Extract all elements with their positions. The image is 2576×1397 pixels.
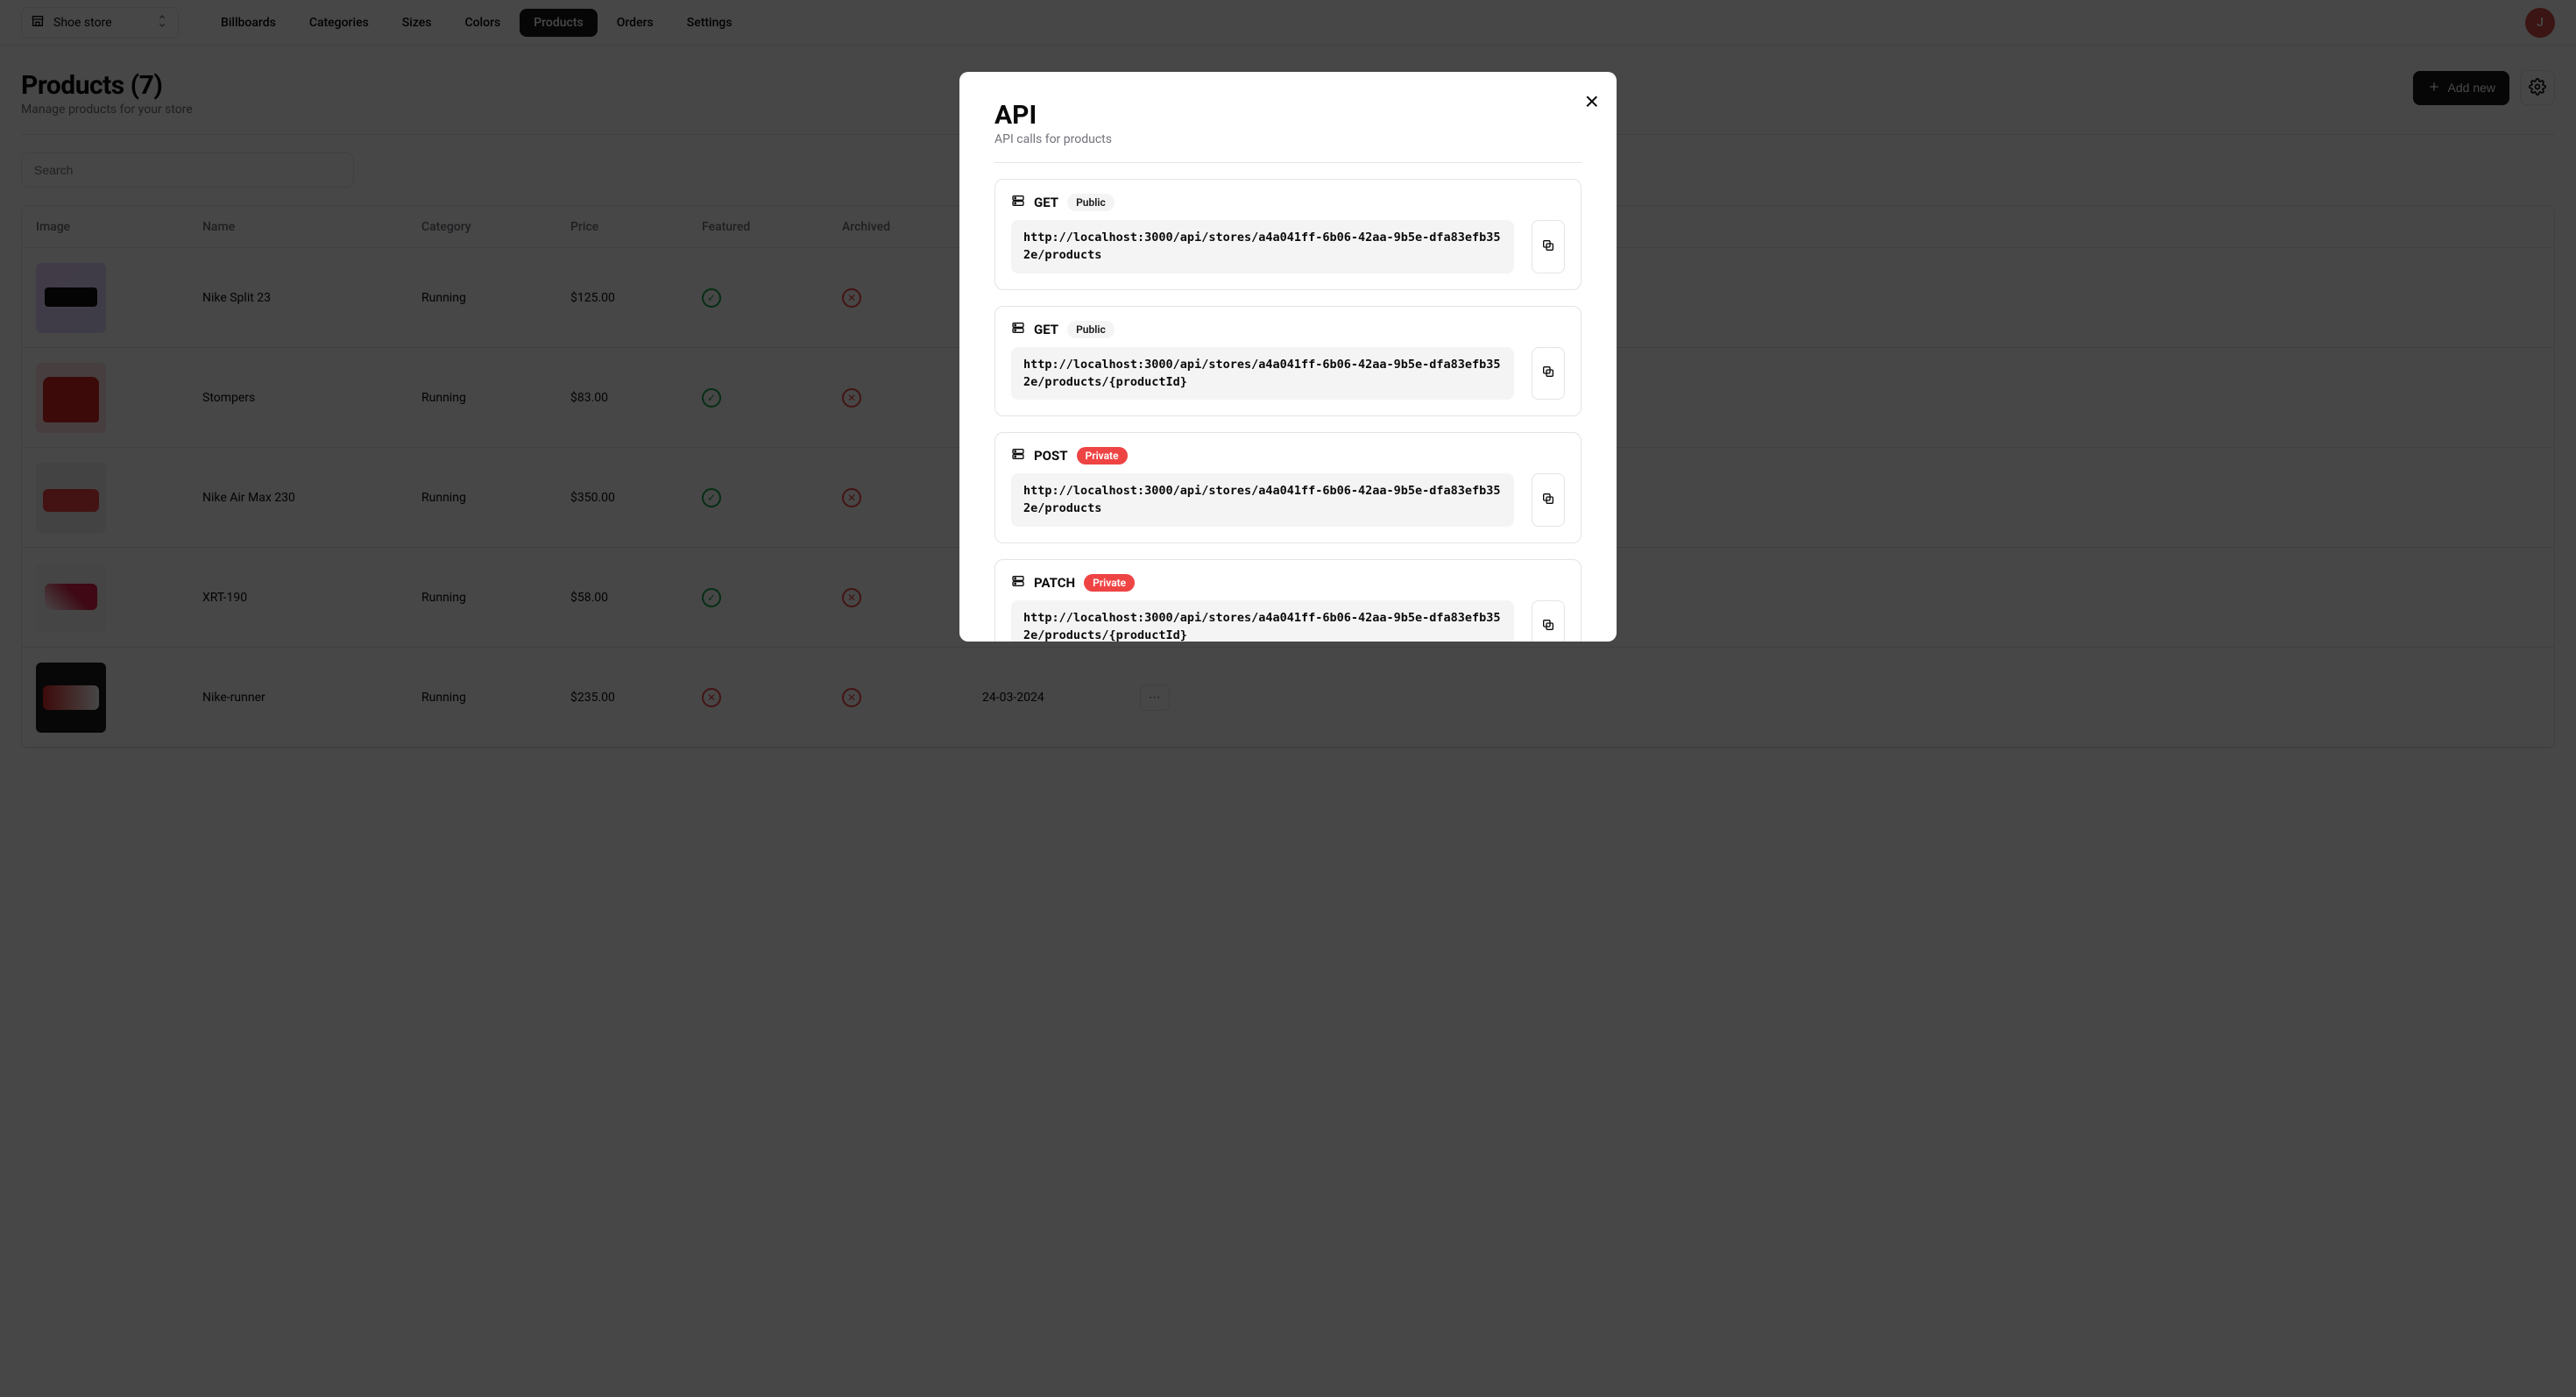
api-verb: PATCH	[1034, 575, 1075, 591]
server-icon	[1011, 194, 1025, 211]
api-header: GET Public	[1011, 321, 1565, 338]
copy-icon	[1541, 365, 1555, 381]
api-endpoint-card: POST Private http://localhost:3000/api/s…	[994, 432, 1582, 543]
access-badge: Public	[1067, 321, 1115, 338]
api-body: http://localhost:3000/api/stores/a4a041f…	[1011, 347, 1565, 401]
api-verb: GET	[1034, 195, 1058, 210]
modal-subtitle: API calls for products	[994, 132, 1582, 163]
access-badge: Private	[1077, 447, 1128, 464]
close-icon: ×	[1585, 88, 1599, 115]
api-modal: × API API calls for products GET Public …	[959, 72, 1617, 642]
api-url: http://localhost:3000/api/stores/a4a041f…	[1011, 600, 1514, 642]
modal-close-button[interactable]: ×	[1585, 89, 1599, 114]
api-body: http://localhost:3000/api/stores/a4a041f…	[1011, 600, 1565, 642]
access-badge: Public	[1067, 194, 1115, 211]
api-verb: POST	[1034, 448, 1068, 464]
copy-button[interactable]	[1532, 473, 1565, 527]
copy-icon	[1541, 238, 1555, 255]
modal-overlay[interactable]: × API API calls for products GET Public …	[0, 0, 2576, 1397]
api-endpoint-card: PATCH Private http://localhost:3000/api/…	[994, 559, 1582, 642]
api-endpoint-card: GET Public http://localhost:3000/api/sto…	[994, 179, 1582, 290]
api-verb: GET	[1034, 322, 1058, 337]
server-icon	[1011, 321, 1025, 338]
server-icon	[1011, 574, 1025, 592]
access-badge: Private	[1084, 574, 1135, 592]
api-body: http://localhost:3000/api/stores/a4a041f…	[1011, 220, 1565, 273]
copy-icon	[1541, 618, 1555, 635]
copy-button[interactable]	[1532, 347, 1565, 401]
api-header: POST Private	[1011, 447, 1565, 464]
api-header: GET Public	[1011, 194, 1565, 211]
api-header: PATCH Private	[1011, 574, 1565, 592]
copy-button[interactable]	[1532, 600, 1565, 642]
copy-button[interactable]	[1532, 220, 1565, 273]
api-body: http://localhost:3000/api/stores/a4a041f…	[1011, 473, 1565, 527]
server-icon	[1011, 447, 1025, 464]
modal-scroll[interactable]: API API calls for products GET Public ht…	[959, 72, 1617, 642]
api-url: http://localhost:3000/api/stores/a4a041f…	[1011, 473, 1514, 527]
api-endpoint-card: GET Public http://localhost:3000/api/sto…	[994, 306, 1582, 417]
modal-title: API	[994, 100, 1582, 131]
api-url: http://localhost:3000/api/stores/a4a041f…	[1011, 220, 1514, 273]
api-url: http://localhost:3000/api/stores/a4a041f…	[1011, 347, 1514, 401]
copy-icon	[1541, 492, 1555, 508]
